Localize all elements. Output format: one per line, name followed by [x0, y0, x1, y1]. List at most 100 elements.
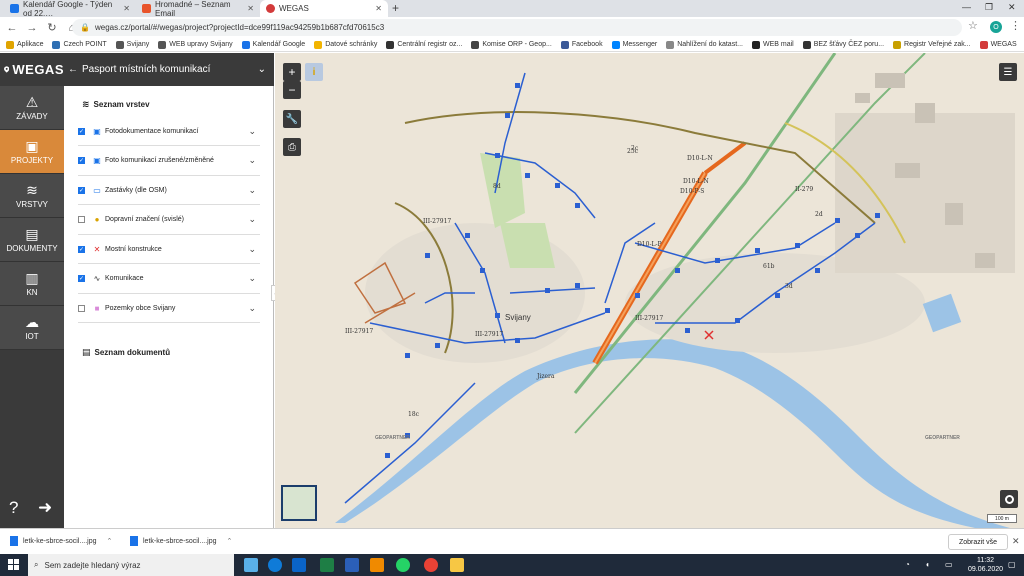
- info-button[interactable]: i: [305, 63, 323, 81]
- bookmark-item[interactable]: Registr Veřejné zak...: [893, 40, 971, 49]
- reload-icon[interactable]: ↻: [44, 21, 60, 34]
- layers-heading[interactable]: ≋ Seznam vrstev: [82, 99, 150, 110]
- chevron-up-icon[interactable]: ⌃: [227, 537, 233, 545]
- profile-avatar[interactable]: O: [990, 21, 1002, 33]
- chevron-down-icon[interactable]: ⌄: [248, 303, 256, 314]
- windows-start-icon[interactable]: [8, 559, 20, 571]
- layer-item[interactable]: ✓ ▭ Zastávky (dle OSM) ⌄: [78, 176, 260, 205]
- wrench-icon[interactable]: 🔧: [283, 110, 301, 128]
- chevron-down-icon[interactable]: ⌄: [248, 214, 256, 225]
- zoom-in-button[interactable]: +: [283, 63, 301, 81]
- bookmark-item[interactable]: BEZ šťávy ČEZ poru...: [802, 40, 884, 49]
- network-icon[interactable]: ◔: [905, 560, 910, 569]
- zoom-out-button[interactable]: −: [283, 81, 301, 99]
- volume-icon[interactable]: ◖: [925, 560, 930, 569]
- layer-item[interactable]: ✓ ▣ Fotodokumentace komunikací ⌄: [78, 117, 260, 146]
- bookmark-item[interactable]: Facebook: [560, 40, 603, 49]
- notifications-icon[interactable]: ▢: [1008, 560, 1016, 569]
- map-canvas[interactable]: Svijany III-27917 III-27917 III-27917 III-27…: [275, 53, 1024, 528]
- panel-header[interactable]: ← Pasport místních komunikací ⌄: [64, 53, 274, 86]
- bookmark-item[interactable]: WEB upravy Svijany: [158, 40, 233, 49]
- bookmark-item[interactable]: Aplikace: [6, 40, 43, 49]
- close-tab-icon[interactable]: ✕: [375, 4, 382, 13]
- excel-icon[interactable]: [320, 558, 334, 572]
- bookmark-item[interactable]: Centrální registr oz...: [386, 40, 462, 49]
- maximize-icon[interactable]: ❐: [985, 2, 993, 13]
- taskbar-search-input[interactable]: ⌕ Sem zadejte hledaný výraz: [28, 554, 234, 576]
- show-all-downloads-button[interactable]: Zobrazit vše: [948, 534, 1008, 550]
- whatsapp-icon[interactable]: [396, 558, 410, 572]
- overview-minimap[interactable]: [281, 485, 317, 521]
- layer-checkbox[interactable]: [78, 216, 85, 223]
- browser-tab[interactable]: Hromadné – Seznam Email ✕: [136, 0, 260, 18]
- chrome-icon[interactable]: [424, 558, 438, 572]
- print-icon[interactable]: ⎙: [283, 138, 301, 156]
- layer-item[interactable]: ■ Pozemky obce Svijany ⌄: [78, 294, 260, 323]
- browser-menu-icon[interactable]: ⋮: [1010, 19, 1021, 32]
- back-arrow-icon[interactable]: ←: [4, 22, 20, 34]
- close-window-icon[interactable]: ✕: [1008, 2, 1016, 13]
- rail-item-iot[interactable]: ☁ IOT: [0, 306, 64, 350]
- chevron-down-icon[interactable]: ⌄: [248, 126, 256, 137]
- bookmark-item[interactable]: WEGAS: [979, 40, 1017, 49]
- taskbar-clock[interactable]: 11:32 09.06.2020: [968, 556, 1003, 574]
- chevron-down-icon[interactable]: ⌄: [248, 155, 256, 166]
- close-downloads-icon[interactable]: ✕: [1012, 536, 1020, 547]
- layer-item[interactable]: ● Dopravní značení (svislé) ⌄: [78, 206, 260, 235]
- download-filename: letk-ke-sbrce-socil....jpg: [23, 537, 97, 545]
- rail-item-projekty[interactable]: ▣ PROJEKTY: [0, 130, 64, 174]
- bookmark-star-icon[interactable]: ☆: [968, 19, 978, 32]
- browser-tab-active[interactable]: WEGAS ✕: [260, 0, 388, 17]
- rail-item-dokumenty[interactable]: ▤ DOKUMENTY: [0, 218, 64, 262]
- forward-arrow-icon[interactable]: →: [24, 22, 40, 34]
- close-tab-icon[interactable]: ✕: [123, 4, 130, 13]
- rail-item-vrstvy[interactable]: ≋ VRSTVY: [0, 174, 64, 218]
- wegas-app: WEGAS ⚠ ZÁVADY ▣ PROJEKTY ≋ VRSTVY ▤ DOKUMENTY ▥…: [0, 53, 1024, 528]
- chevron-down-icon[interactable]: ⌄: [248, 273, 256, 284]
- layer-item[interactable]: ✓ ✕ Mostní konstrukce ⌄: [78, 235, 260, 264]
- bookmark-item[interactable]: Messenger: [611, 40, 657, 49]
- bookmark-item[interactable]: Kalendář Google: [241, 40, 305, 49]
- layer-checkbox[interactable]: ✓: [78, 275, 85, 282]
- outlook-icon[interactable]: [292, 558, 306, 572]
- layer-checkbox[interactable]: [78, 304, 85, 312]
- new-tab-button[interactable]: +: [392, 1, 399, 15]
- word-icon[interactable]: [345, 558, 359, 572]
- wegas-logo[interactable]: WEGAS: [0, 53, 64, 86]
- rail-item-kn[interactable]: ▥ KN: [0, 262, 64, 306]
- layer-item[interactable]: ✓ ▣ Foto komunikací zrušené/změněné ⌄: [78, 147, 260, 176]
- layer-checkbox[interactable]: ✓: [78, 245, 85, 253]
- bookmark-item[interactable]: Svijany: [115, 40, 149, 49]
- layer-checkbox[interactable]: ✓: [78, 186, 85, 194]
- language-icon[interactable]: ▭: [945, 560, 953, 569]
- chevron-down-icon[interactable]: ⌄: [248, 244, 256, 255]
- download-item[interactable]: letk-ke-sbrce-socil....jpg ⌃: [130, 536, 232, 546]
- help-icon[interactable]: ?: [9, 498, 18, 518]
- file-explorer-icon[interactable]: [450, 558, 464, 572]
- minimize-icon[interactable]: —: [962, 2, 971, 12]
- close-tab-icon[interactable]: ✕: [247, 4, 254, 13]
- bookmark-item[interactable]: WEB mail: [751, 40, 794, 49]
- bookmark-item[interactable]: Komise ORP - Geop...: [471, 40, 552, 49]
- download-item[interactable]: letk-ke-sbrce-socil....jpg ⌃: [10, 536, 112, 546]
- browser-tab[interactable]: Kalendář Google - Týden od 22.… ✕: [4, 0, 136, 18]
- geolocation-button[interactable]: [1000, 490, 1018, 508]
- documents-heading[interactable]: ▤ Seznam dokumentů: [82, 347, 170, 358]
- edge-icon[interactable]: [268, 558, 282, 572]
- task-view-icon[interactable]: [244, 558, 258, 572]
- bookmark-item[interactable]: Datové schránky: [314, 40, 377, 49]
- chevron-down-icon[interactable]: ⌄: [258, 64, 266, 75]
- chevron-down-icon[interactable]: ⌄: [248, 185, 256, 196]
- bookmark-item[interactable]: Nahlížení do katast...: [666, 40, 743, 49]
- back-icon[interactable]: ←: [68, 64, 78, 75]
- address-bar[interactable]: 🔒 wegas.cz/portal/#/wegas/project?projec…: [72, 19, 962, 36]
- bookmark-item[interactable]: Czech POINT: [52, 40, 107, 49]
- chevron-up-icon[interactable]: ⌃: [107, 537, 113, 545]
- layer-checkbox[interactable]: ✓: [78, 127, 85, 135]
- vlc-icon[interactable]: [370, 558, 384, 572]
- legend-list-icon[interactable]: ☰: [999, 63, 1017, 81]
- logout-icon[interactable]: ➜: [38, 498, 52, 518]
- layer-item[interactable]: ✓ ∿ Komunikace ⌄: [78, 265, 260, 294]
- rail-item-závady[interactable]: ⚠ ZÁVADY: [0, 86, 64, 130]
- layer-checkbox[interactable]: ✓: [78, 157, 85, 164]
